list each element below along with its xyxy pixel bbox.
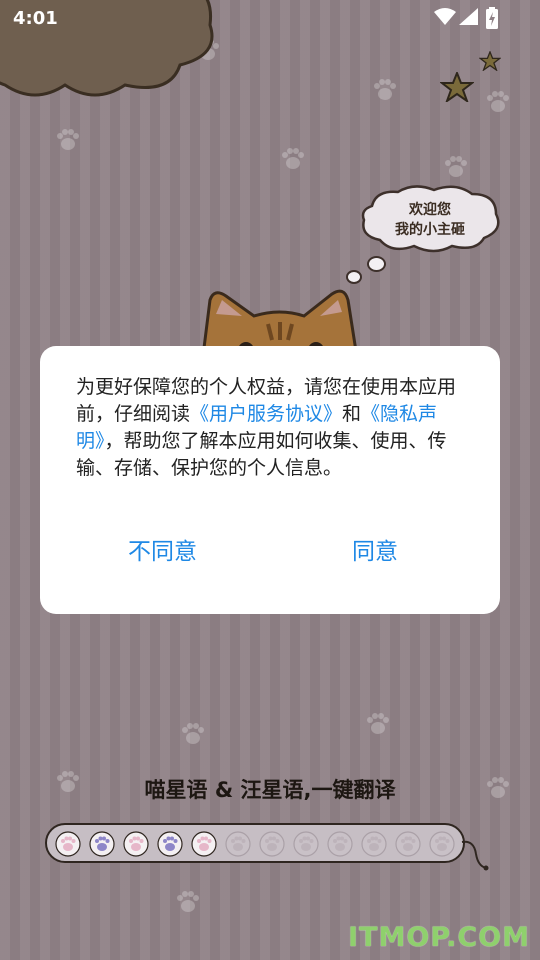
battery-charging-icon [486,7,498,29]
paw-print-icon [177,891,199,912]
thought-dot [346,270,362,284]
app-slogan: 喵星语 & 汪星语,一键翻译 [144,778,396,802]
dialog-text-and: 和 [342,403,362,425]
loading-bar-tail [461,840,489,871]
paw-print-icon [367,713,389,734]
paw-print-icon [487,91,509,112]
star-icon [479,51,501,71]
paw-filled-icon [89,831,115,857]
disagree-button[interactable]: 不同意 [110,534,215,570]
paw-loading-bar [45,823,465,863]
site-watermark: ITMOP.COM [347,922,530,953]
privacy-dialog-message: 为更好保障您的个人权益，请您在使用本应用前，仔细阅读《用户服务协议》和《隐私声明… [76,374,466,482]
wifi-icon [434,8,456,25]
paw-filled-icon [157,831,183,857]
paw-empty-icon [327,831,353,857]
paw-print-icon [445,156,467,177]
signal-icon [459,8,478,25]
welcome-bubble-text: 欢迎您 我的小主砸 [374,200,486,240]
paw-print-icon [182,723,204,744]
paw-filled-icon [55,831,81,857]
status-time: 4:01 [13,8,58,29]
thought-dot [367,256,386,272]
paw-print-icon [282,148,304,169]
status-icons [434,7,498,29]
welcome-line-2: 我的小主砸 [395,222,465,238]
paw-empty-icon [259,831,285,857]
paw-filled-icon [191,831,217,857]
paw-empty-icon [429,831,455,857]
paw-print-icon [374,79,396,100]
dialog-text-outro: ，帮助您了解本应用如何收集、使用、传输、存储、保护您的个人信息。 [76,430,447,479]
user-agreement-link[interactable]: 《用户服务协议》 [190,403,342,425]
paw-empty-icon [395,831,421,857]
star-icon [440,72,474,102]
paw-empty-icon [293,831,319,857]
paw-print-icon [57,129,79,150]
status-bar: 4:01 [0,0,540,36]
agree-button[interactable]: 同意 [330,534,420,570]
paw-empty-icon [225,831,251,857]
paw-filled-icon [123,831,149,857]
paw-empty-icon [361,831,387,857]
privacy-dialog: 为更好保障您的个人权益，请您在使用本应用前，仔细阅读《用户服务协议》和《隐私声明… [40,346,500,614]
welcome-line-1: 欢迎您 [409,202,451,218]
